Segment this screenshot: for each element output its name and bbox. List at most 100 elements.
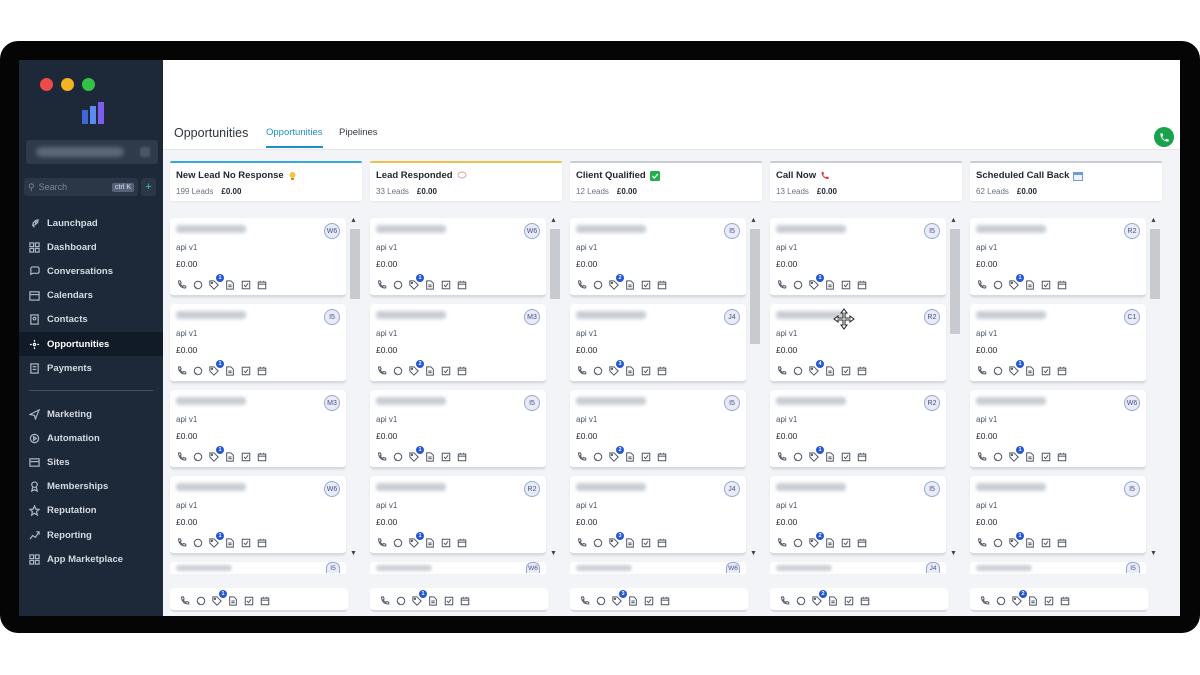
- note-action-button[interactable]: [624, 451, 635, 462]
- task-action-button[interactable]: [1040, 279, 1051, 290]
- account-switcher[interactable]: [26, 140, 158, 164]
- minimize-window-button[interactable]: [61, 78, 74, 91]
- assignee-avatar[interactable]: R2: [924, 309, 940, 325]
- task-action-button[interactable]: [640, 365, 651, 376]
- appointment-action-button[interactable]: [656, 451, 667, 462]
- appointment-action-button[interactable]: [859, 595, 870, 606]
- column-header[interactable]: New Lead No Response 199 Leads £0.00: [170, 161, 362, 201]
- sidebar-search[interactable]: ⚲ Search ctrl K: [24, 178, 138, 196]
- scroll-up-icon[interactable]: ▲: [350, 217, 357, 224]
- message-action-button[interactable]: [392, 451, 403, 462]
- sidebar-item-conversations[interactable]: Conversations: [19, 259, 163, 283]
- task-action-button[interactable]: [840, 279, 851, 290]
- note-action-button[interactable]: [1024, 365, 1035, 376]
- appointment-action-button[interactable]: [659, 595, 670, 606]
- tag-action-button[interactable]: 2: [1011, 590, 1027, 606]
- appointment-action-button[interactable]: [1056, 279, 1067, 290]
- note-action-button[interactable]: [624, 365, 635, 376]
- note-action-button[interactable]: [824, 537, 835, 548]
- opportunity-card[interactable]: I5 api v1 £0.00 2: [570, 390, 746, 469]
- appointment-action-button[interactable]: [259, 595, 270, 606]
- opportunity-card-partial[interactable]: W6: [370, 562, 546, 574]
- scroll-down-icon[interactable]: ▼: [550, 550, 557, 557]
- note-action-button[interactable]: [224, 451, 235, 462]
- message-action-button[interactable]: [995, 595, 1006, 606]
- note-action-button[interactable]: [1024, 279, 1035, 290]
- appointment-action-button[interactable]: [456, 451, 467, 462]
- column-header[interactable]: Client Qualified 12 Leads £0.00: [570, 161, 762, 201]
- opportunity-card[interactable]: I5 api v1 £0.00 2: [570, 218, 746, 297]
- column-scrollbar[interactable]: ▲ ▼: [348, 217, 360, 559]
- sidebar-item-payments[interactable]: Payments: [19, 356, 163, 380]
- scrollbar-thumb[interactable]: [950, 229, 960, 334]
- quick-add-button[interactable]: +: [141, 178, 156, 196]
- assignee-avatar[interactable]: I5: [924, 481, 940, 497]
- assignee-avatar[interactable]: W6: [526, 562, 540, 573]
- task-action-button[interactable]: [840, 537, 851, 548]
- task-action-button[interactable]: [440, 537, 451, 548]
- note-action-button[interactable]: [827, 595, 838, 606]
- tag-action-button[interactable]: 3: [611, 590, 627, 606]
- task-action-button[interactable]: [843, 595, 854, 606]
- sidebar-item-automation[interactable]: Automation: [19, 426, 163, 450]
- note-action-button[interactable]: [627, 595, 638, 606]
- note-action-button[interactable]: [227, 595, 238, 606]
- note-action-button[interactable]: [824, 451, 835, 462]
- opportunity-card[interactable]: W6 api v1 £0.00 1: [170, 218, 346, 297]
- phone-action-button[interactable]: [176, 365, 187, 376]
- appointment-action-button[interactable]: [856, 279, 867, 290]
- assignee-avatar[interactable]: M3: [524, 309, 540, 325]
- scrollbar-thumb[interactable]: [350, 229, 360, 299]
- message-action-button[interactable]: [392, 279, 403, 290]
- sidebar-item-sites[interactable]: Sites: [19, 450, 163, 474]
- assignee-avatar[interactable]: R2: [1124, 223, 1140, 239]
- note-action-button[interactable]: [624, 537, 635, 548]
- phone-action-button[interactable]: [376, 537, 387, 548]
- assignee-avatar[interactable]: W6: [726, 562, 740, 573]
- column-scrollbar[interactable]: ▲ ▼: [948, 217, 960, 559]
- phone-action-button[interactable]: [976, 451, 987, 462]
- task-action-button[interactable]: [1043, 595, 1054, 606]
- message-action-button[interactable]: [592, 451, 603, 462]
- opportunity-card[interactable]: J4 api v1 £0.00 3: [570, 476, 746, 555]
- appointment-action-button[interactable]: [656, 537, 667, 548]
- task-action-button[interactable]: [840, 451, 851, 462]
- scroll-down-icon[interactable]: ▼: [950, 550, 957, 557]
- assignee-avatar[interactable]: J4: [724, 309, 740, 325]
- scroll-down-icon[interactable]: ▼: [1150, 550, 1157, 557]
- assignee-avatar[interactable]: I5: [524, 395, 540, 411]
- tag-action-button[interactable]: 2: [408, 360, 424, 376]
- tag-action-button[interactable]: 1: [1008, 274, 1024, 290]
- opportunity-card-partial[interactable]: I5: [170, 562, 346, 574]
- phone-action-button[interactable]: [179, 595, 190, 606]
- tag-action-button[interactable]: 1: [208, 532, 224, 548]
- message-action-button[interactable]: [392, 365, 403, 376]
- column-header[interactable]: Call Now 13 Leads £0.00: [770, 161, 962, 201]
- column-scrollbar[interactable]: ▲ ▼: [1148, 217, 1160, 559]
- tag-action-button[interactable]: 4: [808, 360, 824, 376]
- opportunity-card[interactable]: J4 api v1 £0.00 3: [570, 304, 746, 383]
- phone-action-button[interactable]: [776, 365, 787, 376]
- note-action-button[interactable]: [427, 595, 438, 606]
- message-action-button[interactable]: [792, 537, 803, 548]
- appointment-action-button[interactable]: [856, 451, 867, 462]
- task-action-button[interactable]: [840, 365, 851, 376]
- task-action-button[interactable]: [640, 451, 651, 462]
- phone-action-button[interactable]: [376, 365, 387, 376]
- tag-action-button[interactable]: 1: [808, 274, 824, 290]
- tag-action-button[interactable]: 1: [208, 446, 224, 462]
- sidebar-item-reporting[interactable]: Reporting: [19, 523, 163, 547]
- opportunity-card[interactable]: W6 api v1 £0.00 1: [970, 390, 1146, 469]
- opportunity-card[interactable]: R2 api v1 £0.00 4: [770, 304, 946, 383]
- task-action-button[interactable]: [440, 365, 451, 376]
- appointment-action-button[interactable]: [256, 279, 267, 290]
- tag-action-button[interactable]: 1: [208, 360, 224, 376]
- assignee-avatar[interactable]: I5: [724, 223, 740, 239]
- note-action-button[interactable]: [424, 537, 435, 548]
- column-header[interactable]: Lead Responded 33 Leads £0.00: [370, 161, 562, 201]
- tag-action-button[interactable]: 1: [1008, 360, 1024, 376]
- assignee-avatar[interactable]: J4: [724, 481, 740, 497]
- task-action-button[interactable]: [640, 537, 651, 548]
- phone-action-button[interactable]: [576, 537, 587, 548]
- task-action-button[interactable]: [240, 279, 251, 290]
